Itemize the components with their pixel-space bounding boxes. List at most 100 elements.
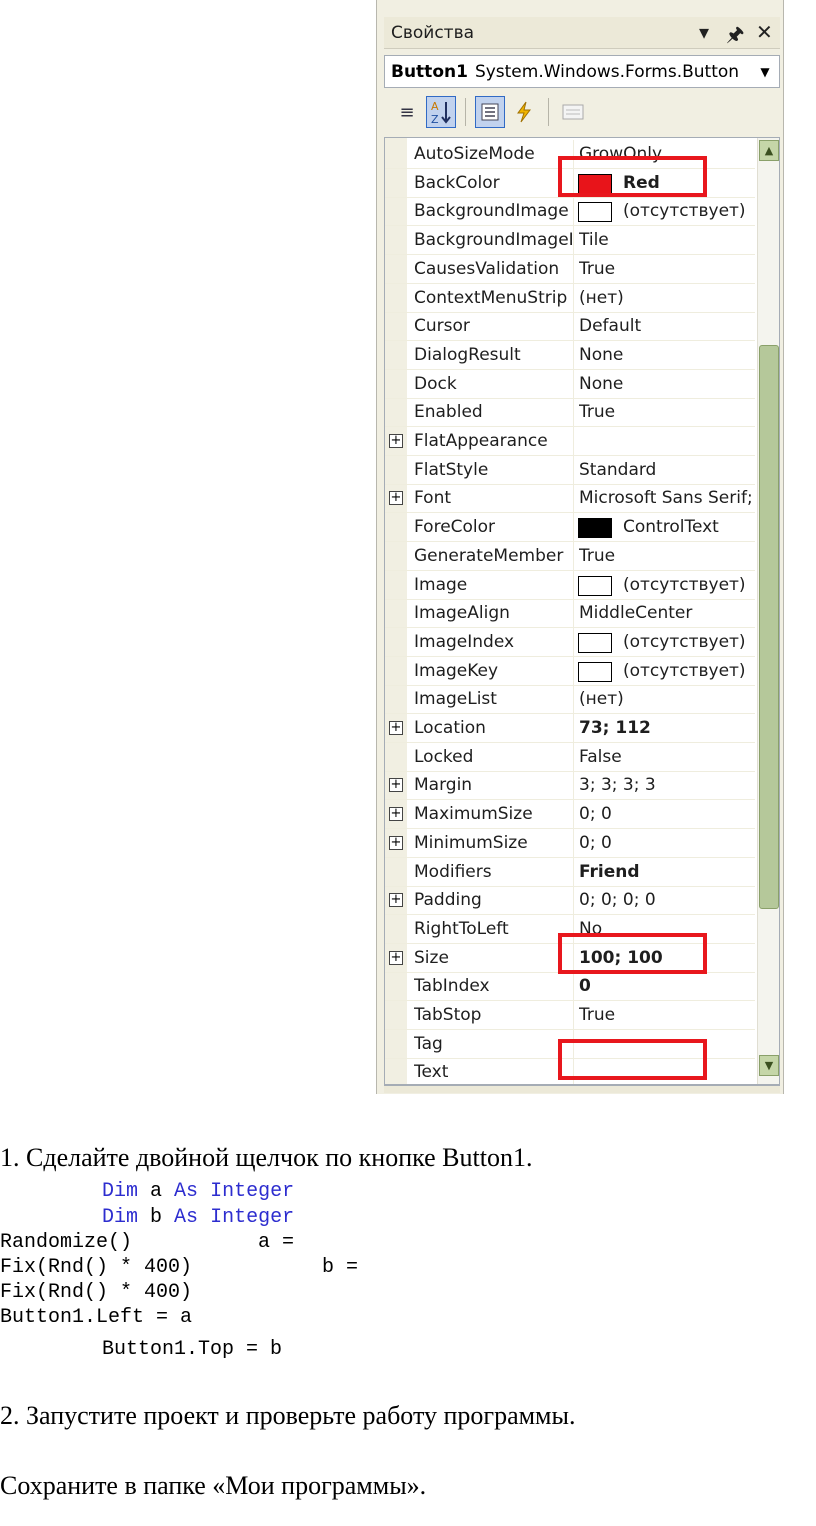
- code-keyword: As: [174, 1180, 199, 1203]
- close-icon[interactable]: ✕: [756, 20, 773, 54]
- property-name: CausesValidation: [414, 258, 560, 279]
- expand-plus-icon[interactable]: +: [389, 434, 403, 448]
- scroll-up-icon[interactable]: ▲: [759, 140, 779, 161]
- column-divider: [573, 685, 574, 715]
- property-row-modifiers[interactable]: Modifiers Friend: [385, 857, 755, 887]
- property-value[interactable]: None: [579, 345, 755, 365]
- property-name: FlatStyle: [414, 459, 489, 480]
- expand-plus-icon[interactable]: +: [389, 835, 403, 850]
- property-name: FlatAppearance: [414, 431, 548, 451]
- column-divider: [573, 771, 574, 801]
- property-row-dock[interactable]: Dock None: [385, 369, 755, 399]
- property-row-imagekey[interactable]: ImageKey (отсутствует): [385, 656, 755, 686]
- property-name: Location: [414, 718, 486, 738]
- properties-icon[interactable]: [475, 96, 505, 128]
- property-value[interactable]: (отсутствует): [623, 661, 755, 681]
- property-row-padding[interactable]: + Padding 0; 0; 0; 0: [385, 886, 755, 916]
- property-row-contextmenustrip[interactable]: ContextMenuStrip (нет): [385, 283, 755, 313]
- property-name: BackColor: [414, 172, 500, 193]
- property-value[interactable]: 0; 0: [579, 804, 755, 824]
- scroll-thumb[interactable]: [759, 345, 779, 909]
- property-value[interactable]: Friend: [579, 862, 755, 882]
- expand-plus-icon[interactable]: +: [389, 778, 403, 793]
- code-line-6: Button1.Left = a: [0, 1306, 193, 1329]
- events-icon[interactable]: [509, 96, 539, 128]
- property-value[interactable]: Default: [579, 316, 755, 336]
- property-row-backgroundimagela[interactable]: BackgroundImageLa Tile: [385, 226, 755, 256]
- property-value[interactable]: True: [579, 1005, 755, 1025]
- highlight-backcolor: [558, 156, 707, 197]
- property-value[interactable]: 0: [579, 976, 755, 996]
- property-pages-icon[interactable]: [558, 96, 588, 128]
- property-value[interactable]: (отсутствует): [623, 575, 755, 595]
- color-swatch: [578, 518, 612, 539]
- grid-scrollbar[interactable]: ▲ ▼: [757, 138, 779, 1084]
- column-divider: [573, 340, 574, 370]
- property-value[interactable]: 3; 3; 3; 3: [579, 775, 755, 795]
- property-name: ImageAlign: [414, 603, 510, 624]
- property-row-flatstyle[interactable]: FlatStyle Standard: [385, 455, 755, 485]
- property-name: GenerateMember: [414, 545, 564, 566]
- scroll-down-icon[interactable]: ▼: [759, 1055, 779, 1076]
- property-row-tabstop[interactable]: TabStop True: [385, 1001, 755, 1030]
- column-divider: [573, 714, 574, 743]
- column-divider: [573, 398, 574, 428]
- property-row-imageindex[interactable]: ImageIndex (отсутствует): [385, 627, 755, 657]
- expand-plus-icon[interactable]: +: [389, 721, 403, 735]
- property-row-dialogresult[interactable]: DialogResult None: [385, 340, 755, 370]
- code-line-4b: b =: [322, 1256, 359, 1279]
- property-row-margin[interactable]: + Margin 3; 3; 3; 3: [385, 771, 755, 801]
- property-row-imagealign[interactable]: ImageAlign MiddleCenter: [385, 599, 755, 629]
- property-value[interactable]: True: [579, 546, 755, 566]
- property-value[interactable]: 73; 112: [579, 718, 755, 738]
- property-row-maximumsize[interactable]: + MaximumSize 0; 0: [385, 800, 755, 830]
- expand-plus-icon[interactable]: +: [389, 491, 403, 506]
- titlebar-icons: ▾ 🖈︎ ✕: [696, 20, 773, 54]
- property-row-flatappearance[interactable]: + FlatAppearance: [385, 427, 755, 456]
- column-divider: [573, 254, 574, 284]
- property-value[interactable]: MiddleCenter: [579, 603, 755, 623]
- property-value[interactable]: 0; 0: [579, 833, 755, 853]
- pin-icon[interactable]: 🖈︎: [726, 20, 745, 54]
- column-divider: [573, 541, 574, 571]
- property-name: Text: [414, 1062, 449, 1083]
- property-row-cursor[interactable]: Cursor Default: [385, 312, 755, 342]
- property-value[interactable]: Tile: [579, 230, 755, 250]
- expand-plus-icon[interactable]: +: [389, 950, 403, 965]
- property-row-backgroundimage[interactable]: BackgroundImage (отсутствует): [385, 197, 755, 227]
- alphabetical-icon[interactable]: AZ: [426, 96, 456, 128]
- property-row-minimumsize[interactable]: + MinimumSize 0; 0: [385, 828, 755, 858]
- property-row-font[interactable]: + Font Microsoft Sans Serif; 8: [385, 484, 755, 514]
- property-value[interactable]: (отсутствует): [623, 632, 755, 652]
- column-divider: [573, 312, 574, 342]
- property-value[interactable]: ControlText: [623, 517, 755, 537]
- expand-plus-icon[interactable]: +: [389, 893, 403, 908]
- expand-plus-icon[interactable]: +: [389, 807, 403, 822]
- categorized-icon[interactable]: ≡: [392, 96, 422, 128]
- property-row-tabindex[interactable]: TabIndex 0: [385, 972, 755, 1002]
- property-value[interactable]: Standard: [579, 460, 755, 480]
- property-value[interactable]: (отсутствует): [623, 201, 755, 221]
- property-row-forecolor[interactable]: ForeColor ControlText: [385, 513, 755, 543]
- property-name: ContextMenuStrip: [414, 287, 568, 308]
- property-name: Locked: [414, 746, 474, 767]
- property-value[interactable]: True: [579, 259, 755, 279]
- property-value[interactable]: Microsoft Sans Serif; 8: [579, 488, 755, 508]
- property-row-location[interactable]: + Location 73; 112: [385, 714, 755, 743]
- property-row-locked[interactable]: Locked False: [385, 742, 755, 772]
- dropdown-arrow-icon[interactable]: ▾: [696, 20, 712, 54]
- object-selector[interactable]: Button1 System.Windows.Forms.Button ▼: [384, 55, 780, 88]
- property-row-causesvalidation[interactable]: CausesValidation True: [385, 254, 755, 284]
- property-value[interactable]: False: [579, 747, 755, 767]
- property-value[interactable]: (нет): [579, 689, 755, 709]
- property-value[interactable]: True: [579, 402, 755, 422]
- property-value[interactable]: 0; 0; 0; 0: [579, 890, 755, 910]
- property-row-image[interactable]: Image (отсутствует): [385, 570, 755, 600]
- property-value[interactable]: None: [579, 374, 755, 394]
- property-row-enabled[interactable]: Enabled True: [385, 398, 755, 428]
- chevron-down-icon[interactable]: ▼: [753, 58, 777, 85]
- property-value[interactable]: (нет): [579, 288, 755, 308]
- property-row-generatemember[interactable]: GenerateMember True: [385, 541, 755, 571]
- property-row-imagelist[interactable]: ImageList (нет): [385, 685, 755, 715]
- code-line-4a: Fix(Rnd() * 400): [0, 1256, 193, 1279]
